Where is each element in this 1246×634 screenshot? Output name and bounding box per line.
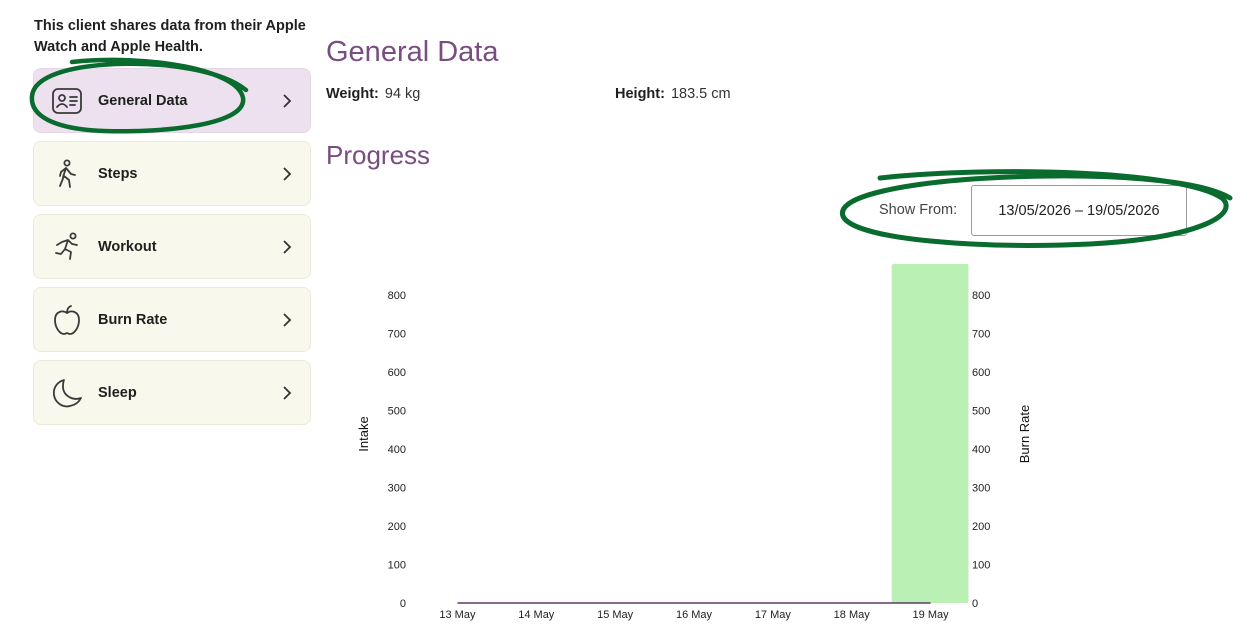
y-tick-left: 300	[388, 482, 406, 494]
bar-6	[891, 264, 969, 603]
y-tick-right: 200	[972, 521, 990, 533]
y-tick-left: 700	[388, 328, 406, 340]
y-tick-left: 400	[388, 444, 406, 456]
x-tick-label: 16 May	[676, 609, 713, 621]
y-tick-right: 500	[972, 405, 990, 417]
y-tick-left: 200	[388, 521, 406, 533]
y-tick-left: 600	[388, 367, 406, 379]
x-tick-label: 19 May	[913, 609, 950, 621]
y-tick-right: 400	[972, 444, 990, 456]
x-tick-label: 14 May	[518, 609, 555, 621]
y-tick-left: 0	[400, 598, 406, 610]
progress-chart: 0 0 100 100 200 200 300 300 400 400 500 500 600 600 70…	[356, 264, 1032, 621]
y-tick-left: 800	[388, 290, 406, 302]
y-tick-right: 100	[972, 559, 990, 571]
x-tick-label: 17 May	[755, 609, 792, 621]
x-tick-label: 13 May	[439, 609, 476, 621]
x-tick-label: 15 May	[597, 609, 634, 621]
y-tick-left: 100	[388, 559, 406, 571]
y-tick-right: 300	[972, 482, 990, 494]
y-tick-left: 500	[388, 405, 406, 417]
x-tick-label: 18 May	[834, 609, 871, 621]
y-tick-right: 800	[972, 290, 990, 302]
y-tick-right: 0	[972, 598, 978, 610]
y-axis-title-right: Burn Rate	[1017, 405, 1032, 464]
y-tick-right: 600	[972, 367, 990, 379]
y-axis-title-left: Intake	[356, 416, 371, 451]
y-tick-right: 700	[972, 328, 990, 340]
